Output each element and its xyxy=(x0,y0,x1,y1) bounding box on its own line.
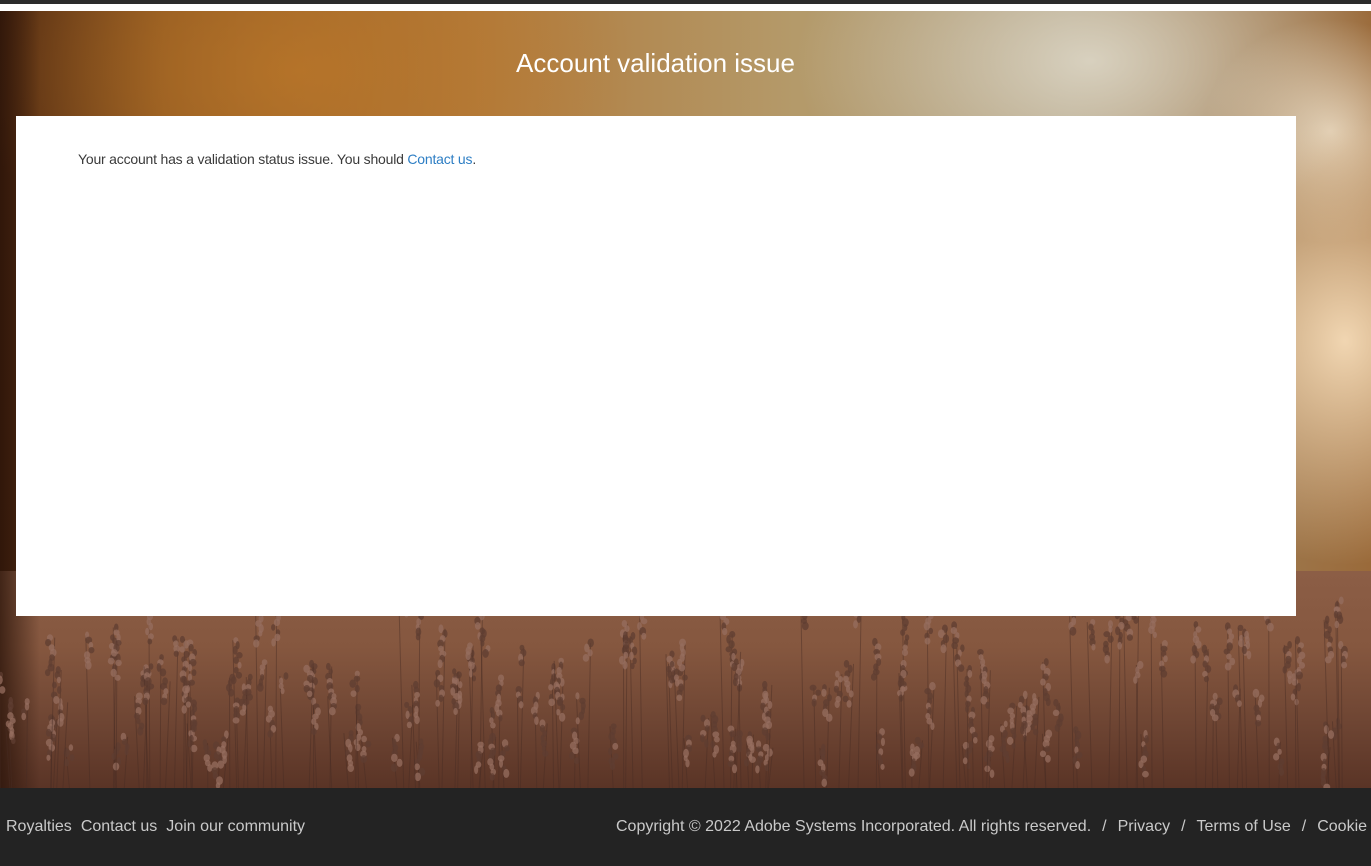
footer-copyright: Copyright © 2022 Adobe Systems Incorpora… xyxy=(616,818,1092,835)
footer-link-terms-of-use[interactable]: Terms of Use xyxy=(1197,818,1291,835)
footer-link-royalties[interactable]: Royalties xyxy=(6,818,72,835)
message-suffix: . xyxy=(472,151,477,167)
message-text: Your account has a validation status iss… xyxy=(78,151,408,167)
footer-separator: / xyxy=(1181,818,1186,835)
footer-link-contact-us[interactable]: Contact us xyxy=(81,818,157,835)
footer: Royalties Contact us Join our community Co… xyxy=(0,788,1371,866)
footer-link-join-community[interactable]: Join our community xyxy=(166,818,305,835)
page: Account validation issue Your account ha… xyxy=(0,0,1371,866)
footer-right-nav: Copyright © 2022 Adobe Systems Incorpora… xyxy=(616,817,1367,837)
footer-link-privacy[interactable]: Privacy xyxy=(1118,818,1170,835)
footer-separator: / xyxy=(1102,818,1107,835)
validation-message: Your account has a validation status iss… xyxy=(78,149,476,169)
contact-us-link[interactable]: Contact us xyxy=(407,151,472,167)
footer-link-cookie[interactable]: Cookie xyxy=(1317,818,1367,835)
top-gap xyxy=(0,4,1371,11)
page-title: Account validation issue xyxy=(516,48,795,78)
footer-separator: / xyxy=(1301,818,1307,835)
footer-left-nav: Royalties Contact us Join our community xyxy=(6,817,314,837)
content-card: Your account has a validation status iss… xyxy=(16,116,1296,616)
